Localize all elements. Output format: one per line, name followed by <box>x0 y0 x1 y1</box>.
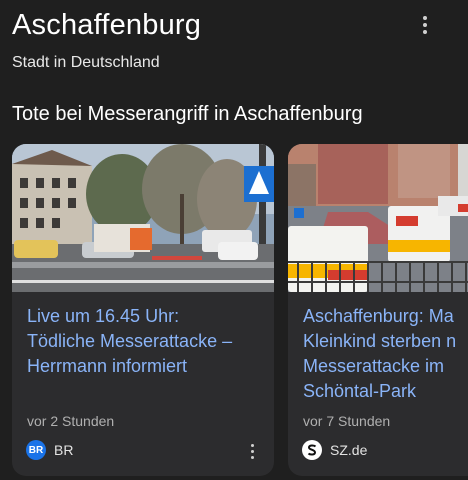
card-more-options-icon[interactable] <box>250 444 254 460</box>
news-card[interactable]: Aschaffenburg: Ma Kleinkind sterben n Me… <box>288 144 468 476</box>
news-headline-link[interactable]: Aschaffenburg: Ma Kleinkind sterben n Me… <box>303 304 468 404</box>
headline-line: Tödliche Messerattacke – <box>27 331 233 351</box>
sz-logo-icon <box>302 440 322 460</box>
headline-line: Kleinkind sterben n <box>303 331 457 351</box>
news-source: BR BR <box>26 440 73 460</box>
entity-title: Aschaffenburg <box>12 9 202 41</box>
headline-line: Live um 16.45 Uhr: <box>27 306 180 326</box>
news-source: SZ.de <box>302 440 367 460</box>
source-name: SZ.de <box>330 442 368 458</box>
news-timestamp: vor 7 Stunden <box>303 413 391 429</box>
headline-line: Messerattacke im <box>303 356 445 376</box>
news-headline-link[interactable]: Live um 16.45 Uhr: Tödliche Messerattack… <box>27 304 272 379</box>
news-thumbnail[interactable] <box>288 144 468 292</box>
br-logo-icon: BR <box>26 440 46 460</box>
section-title: Tote bei Messerangriff in Aschaffenburg <box>12 103 363 125</box>
knowledge-header: Aschaffenburg Stadt in Deutschland <box>12 6 468 72</box>
headline-line: Aschaffenburg: Ma <box>303 306 454 326</box>
source-name: BR <box>54 442 74 458</box>
news-timestamp: vor 2 Stunden <box>27 413 115 429</box>
news-thumbnail[interactable] <box>12 144 274 292</box>
headline-line: Schöntal-Park <box>303 381 417 401</box>
entity-subtitle: Stadt in Deutschland <box>12 54 160 71</box>
news-card[interactable]: Live um 16.45 Uhr: Tödliche Messerattack… <box>12 144 274 476</box>
more-options-icon[interactable] <box>422 16 428 36</box>
headline-line: Herrmann informiert <box>27 356 188 376</box>
news-carousel[interactable]: Live um 16.45 Uhr: Tödliche Messerattack… <box>12 144 468 480</box>
